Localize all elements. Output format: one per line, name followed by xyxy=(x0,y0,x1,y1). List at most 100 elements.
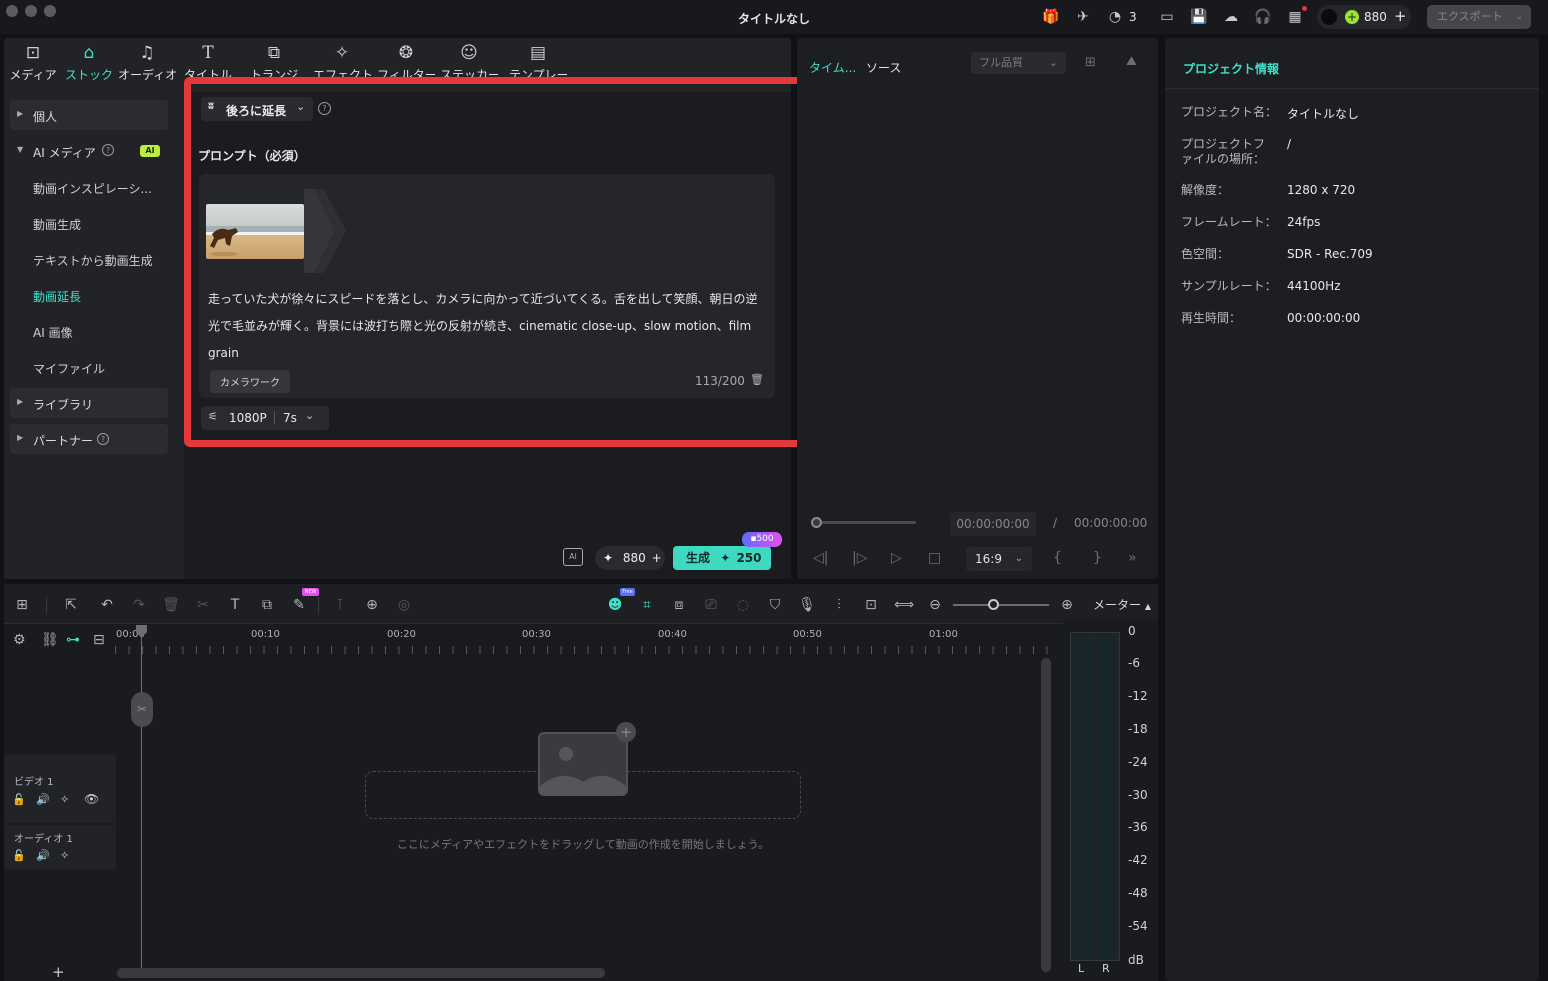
audio-mixer-icon[interactable]: ⫶ xyxy=(830,596,848,614)
redo-icon[interactable]: ↷ xyxy=(130,596,148,614)
layout-icon[interactable]: ▭ xyxy=(1158,8,1176,26)
prev-frame-icon[interactable]: ◁| xyxy=(813,550,828,566)
notification-icon[interactable]: ◔ xyxy=(1106,8,1124,26)
tab-template[interactable]: ▤ テンプレート xyxy=(509,42,567,80)
auto-cut-icon[interactable]: ⌗ xyxy=(638,596,656,614)
save-icon[interactable]: 💾 xyxy=(1190,8,1208,26)
sidebar-group-personal[interactable]: ▶ 個人 xyxy=(10,100,168,130)
apps-grid-icon[interactable]: ▦ xyxy=(1286,8,1304,26)
sidebar-item-video-inspiration[interactable]: 動画インスピレーシ... xyxy=(33,180,152,197)
split-icon[interactable]: ✂ xyxy=(194,596,212,614)
snapshot-icon[interactable]: ⎚ xyxy=(702,596,720,614)
image-icon[interactable]: ⛰ xyxy=(1126,54,1137,69)
mark-in-icon[interactable]: { xyxy=(1053,550,1062,566)
credits-indicator[interactable]: ✦ 880 + xyxy=(595,546,665,570)
send-icon[interactable]: ✈ xyxy=(1074,8,1092,26)
avatar[interactable] xyxy=(1321,9,1337,25)
mark-out-icon[interactable]: } xyxy=(1093,550,1102,566)
ai-face-icon[interactable]: ◎ xyxy=(395,596,413,614)
effects-toggle-icon[interactable]: ✧ xyxy=(60,849,69,862)
credits-pill[interactable]: + 880 + xyxy=(1317,5,1411,29)
tab-source-preview[interactable]: ソース xyxy=(866,59,901,76)
tab-title[interactable]: T タイトル xyxy=(179,42,237,80)
lock-icon[interactable]: 🔓 xyxy=(12,849,26,862)
headset-icon[interactable]: 🎧 xyxy=(1254,8,1272,26)
sidebar-group-ai-media[interactable]: ▼ AI メディア ? AI xyxy=(10,136,168,166)
tab-timeline-preview[interactable]: タイム... xyxy=(809,59,856,76)
playhead-line xyxy=(141,636,142,969)
export-button[interactable]: エクスポート ⌄ xyxy=(1427,5,1531,29)
render-icon[interactable]: ⊡ xyxy=(862,596,880,614)
sidebar-item-text-to-video[interactable]: テキストから動画生成 xyxy=(33,252,153,269)
sidebar-item-ai-image[interactable]: AI 画像 xyxy=(33,324,73,341)
tab-sticker[interactable]: ☺ ステッカー xyxy=(440,42,498,80)
window-title: タイトルなし xyxy=(737,12,810,26)
preview-scrubber-handle[interactable] xyxy=(811,517,822,528)
cloud-icon[interactable]: ☁ xyxy=(1222,8,1240,26)
zoom-in-icon[interactable]: ⊕ xyxy=(1058,596,1076,614)
text-tool-icon[interactable]: T xyxy=(226,596,244,614)
generate-button[interactable]: 生成 ✦ 250 xyxy=(673,546,771,570)
add-credits-icon[interactable]: + xyxy=(1394,7,1407,25)
effects-toggle-icon[interactable]: ✧ xyxy=(60,793,69,806)
tab-filter[interactable]: ❂ フィルター xyxy=(377,42,435,80)
current-timecode[interactable]: 00:00:00:00 xyxy=(950,512,1036,536)
speed-icon[interactable]: ◌ xyxy=(734,596,752,614)
ai-assist-icon[interactable]: AI xyxy=(563,548,583,566)
add-credits-icon[interactable]: + xyxy=(652,551,662,565)
sidebar-item-my-files[interactable]: マイファイル xyxy=(33,360,105,377)
tab-audio[interactable]: ♫ オーディオ xyxy=(118,42,177,83)
link-icon[interactable]: ⊶ xyxy=(66,632,80,648)
unlink-icon[interactable]: ⛓ xyxy=(41,632,59,648)
eye-icon[interactable]: 👁 xyxy=(84,792,99,806)
quality-dropdown[interactable]: フル品質 ⌄ xyxy=(971,52,1066,74)
scene-detect-icon[interactable]: ⧈ xyxy=(670,596,688,614)
speaker-icon[interactable]: 🔊 xyxy=(36,793,50,806)
help-icon[interactable]: ? xyxy=(102,144,114,156)
track-manager-icon[interactable]: ⊟ xyxy=(93,632,105,648)
ai-search-icon[interactable]: ⊕ xyxy=(363,596,381,614)
shield-icon[interactable]: ⛉ xyxy=(766,596,784,614)
add-media-icon[interactable]: + xyxy=(616,722,636,742)
zoom-out-icon[interactable]: ⊖ xyxy=(926,596,944,614)
tab-media[interactable]: ⊡ メディア xyxy=(4,42,62,83)
ai-text-icon[interactable]: ⊺ xyxy=(331,596,349,614)
vertical-scrollbar[interactable] xyxy=(1041,658,1051,972)
gift-icon[interactable]: 🎁 xyxy=(1042,8,1060,26)
meter-toggle[interactable]: メーター ▲ xyxy=(1087,594,1157,616)
zoom-slider-handle[interactable] xyxy=(988,599,999,610)
info-key: プロジェクトファイルの場所： xyxy=(1181,137,1266,166)
tab-stock[interactable]: ⌂ ストック xyxy=(60,42,118,83)
ai-mascot-icon[interactable]: ☻ xyxy=(606,596,624,614)
sidebar-group-partner[interactable]: ▶ パートナー ? xyxy=(10,424,168,454)
microphone-icon[interactable]: 🎙 xyxy=(798,596,816,614)
sidebar-item-video-extend[interactable]: 動画延長 xyxy=(33,288,81,305)
grid-view-icon[interactable]: ⊞ xyxy=(1085,55,1096,70)
media-icon: ⊡ xyxy=(25,43,41,63)
more-controls-icon[interactable]: » xyxy=(1128,550,1137,566)
preview-scrubber-track[interactable] xyxy=(815,521,916,524)
step-back-icon[interactable]: |▷ xyxy=(852,550,867,566)
sidebar-group-library[interactable]: ▶ ライブラリ xyxy=(10,388,168,418)
select-tool-icon[interactable]: ⇱ xyxy=(62,596,80,614)
sidebar-item-video-generation[interactable]: 動画生成 xyxy=(33,216,81,233)
zoom-slider-track[interactable] xyxy=(953,604,1049,606)
stop-icon[interactable]: □ xyxy=(928,550,941,566)
horizontal-scrollbar[interactable] xyxy=(117,968,605,978)
delete-icon[interactable]: 🗑 xyxy=(162,596,180,614)
undo-icon[interactable]: ↶ xyxy=(98,596,116,614)
tab-effects[interactable]: ✧ エフェクト xyxy=(313,42,371,80)
lock-icon[interactable]: 🔓 xyxy=(12,793,26,806)
speaker-icon[interactable]: 🔊 xyxy=(36,849,50,862)
layout-grid-icon[interactable]: ⊞ xyxy=(13,596,31,614)
pen-tool-icon[interactable]: ✎ xyxy=(290,596,308,614)
fit-icon[interactable]: ⟺ xyxy=(894,596,914,614)
scissors-icon[interactable]: ✂ xyxy=(131,692,153,727)
track-settings-icon[interactable]: ⚙ xyxy=(13,632,26,648)
crop-icon[interactable]: ⧉ xyxy=(258,596,276,614)
add-track-icon[interactable]: + xyxy=(52,963,65,981)
tab-transition[interactable]: ⧉ トランジ xyxy=(245,42,303,80)
aspect-ratio-dropdown[interactable]: 16:9 ⌄ xyxy=(966,547,1032,571)
play-icon[interactable]: ▷ xyxy=(891,550,902,566)
help-icon[interactable]: ? xyxy=(97,433,109,445)
